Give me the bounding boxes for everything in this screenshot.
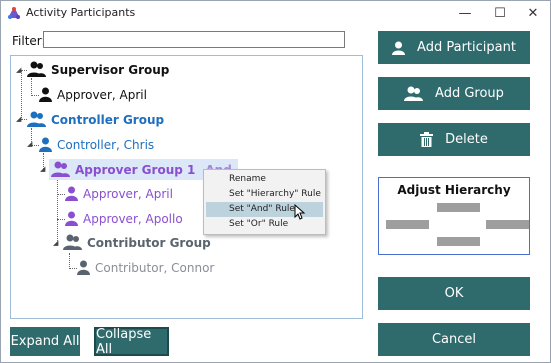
tree-node-approver-april-2[interactable]: Approver, April bbox=[65, 186, 173, 201]
move-left-handle[interactable] bbox=[386, 220, 429, 229]
person-icon bbox=[65, 211, 78, 226]
tree-connector bbox=[69, 268, 77, 269]
delete-label: Delete bbox=[445, 132, 488, 147]
close-icon: ✕ bbox=[527, 5, 539, 21]
filter-label: Filter: bbox=[12, 34, 46, 48]
ok-label: OK bbox=[444, 286, 464, 301]
add-group-button[interactable]: Add Group bbox=[378, 77, 530, 110]
expand-all-label: Expand All bbox=[10, 334, 80, 349]
tree-node-label: Contributor Group bbox=[87, 235, 211, 250]
tree-connector bbox=[57, 178, 58, 245]
tree-connector bbox=[31, 95, 39, 96]
tree-node-controller-chris[interactable]: Controller, Chris bbox=[39, 137, 154, 152]
tree-connector bbox=[57, 219, 65, 220]
ok-button[interactable]: OK bbox=[378, 277, 530, 310]
move-down-handle[interactable] bbox=[437, 237, 480, 246]
adjust-hierarchy-title: Adjust Hierarchy bbox=[397, 183, 511, 197]
tree-node-label: Contributor, Connor bbox=[95, 260, 215, 275]
maximize-button[interactable]: ☐ bbox=[483, 1, 517, 25]
minimize-icon: — bbox=[458, 5, 472, 21]
menu-item-rename[interactable]: Rename bbox=[206, 172, 323, 187]
add-participant-button[interactable]: Add Participant bbox=[378, 31, 530, 64]
tree-node-approver-apollo[interactable]: Approver, Apollo bbox=[65, 211, 183, 226]
delete-button[interactable]: Delete bbox=[378, 123, 530, 156]
person-icon bbox=[65, 186, 78, 201]
minimize-button[interactable]: — bbox=[448, 1, 482, 25]
filter-input[interactable] bbox=[43, 31, 345, 48]
expand-toggle-icon[interactable]: ◢ bbox=[16, 67, 21, 74]
tree-node-supervisor-group[interactable]: Supervisor Group bbox=[27, 61, 169, 78]
add-participant-label: Add Participant bbox=[417, 40, 516, 55]
person-icon bbox=[39, 87, 52, 102]
person-icon bbox=[77, 260, 90, 275]
person-icon bbox=[39, 137, 52, 152]
tree-node-label: Approver, April bbox=[83, 186, 173, 201]
tree-connector bbox=[21, 70, 22, 120]
tree-node-contributor-group[interactable]: Contributor Group bbox=[63, 234, 211, 251]
mouse-cursor-icon bbox=[294, 204, 306, 220]
move-right-handle[interactable] bbox=[486, 220, 529, 229]
tree-connector bbox=[57, 194, 65, 195]
app-logo-icon bbox=[8, 7, 20, 19]
maximize-icon: ☐ bbox=[494, 5, 506, 21]
tree-node-label: Controller, Chris bbox=[57, 137, 155, 152]
tree-node-label: Controller Group bbox=[51, 112, 165, 127]
collapse-all-label: Collapse All bbox=[96, 326, 152, 357]
expand-toggle-icon[interactable]: ◢ bbox=[27, 141, 32, 148]
add-group-icon bbox=[404, 86, 424, 102]
move-up-handle[interactable] bbox=[437, 203, 480, 212]
tree-connector bbox=[31, 78, 32, 96]
tree-node-label: Approver, Apollo bbox=[83, 211, 183, 226]
tree-node-contributor-connor[interactable]: Contributor, Connor bbox=[77, 260, 214, 275]
context-menu: Rename Set "Hierarchy" Rule Set "And" Ru… bbox=[203, 169, 326, 235]
tree-node-approver-april[interactable]: Approver, April bbox=[39, 87, 147, 102]
tree-node-controller-group[interactable]: Controller Group bbox=[27, 111, 164, 128]
activity-participants-window: Activity Participants — ☐ ✕ Filter: ◢ ◢ … bbox=[0, 0, 551, 363]
tree-node-label: Supervisor Group bbox=[51, 62, 170, 77]
tree-node-label: Approver Group 1 bbox=[75, 162, 196, 177]
group-icon bbox=[27, 61, 46, 77]
group-icon bbox=[63, 234, 82, 250]
add-group-label: Add Group bbox=[435, 86, 504, 101]
cancel-label: Cancel bbox=[431, 332, 477, 347]
trash-icon bbox=[420, 132, 434, 147]
tree-connector bbox=[69, 253, 70, 269]
tree-node-label: Approver, April bbox=[57, 87, 147, 102]
expand-toggle-icon[interactable]: ◢ bbox=[40, 166, 45, 173]
expand-all-button[interactable]: Expand All bbox=[10, 327, 80, 356]
expand-toggle-icon[interactable]: ◢ bbox=[53, 240, 58, 247]
group-icon bbox=[27, 111, 46, 127]
expand-toggle-icon[interactable]: ◢ bbox=[16, 116, 21, 123]
adjust-hierarchy-panel: Adjust Hierarchy bbox=[378, 177, 530, 255]
menu-item-set-hierarchy-rule[interactable]: Set "Hierarchy" Rule bbox=[206, 187, 323, 202]
close-button[interactable]: ✕ bbox=[516, 1, 550, 25]
title-bar: Activity Participants — ☐ ✕ bbox=[1, 1, 550, 25]
collapse-all-button[interactable]: Collapse All bbox=[94, 326, 169, 357]
cancel-button[interactable]: Cancel bbox=[378, 323, 530, 356]
group-icon bbox=[51, 161, 70, 177]
add-person-icon bbox=[392, 41, 406, 55]
window-title: Activity Participants bbox=[26, 6, 136, 19]
